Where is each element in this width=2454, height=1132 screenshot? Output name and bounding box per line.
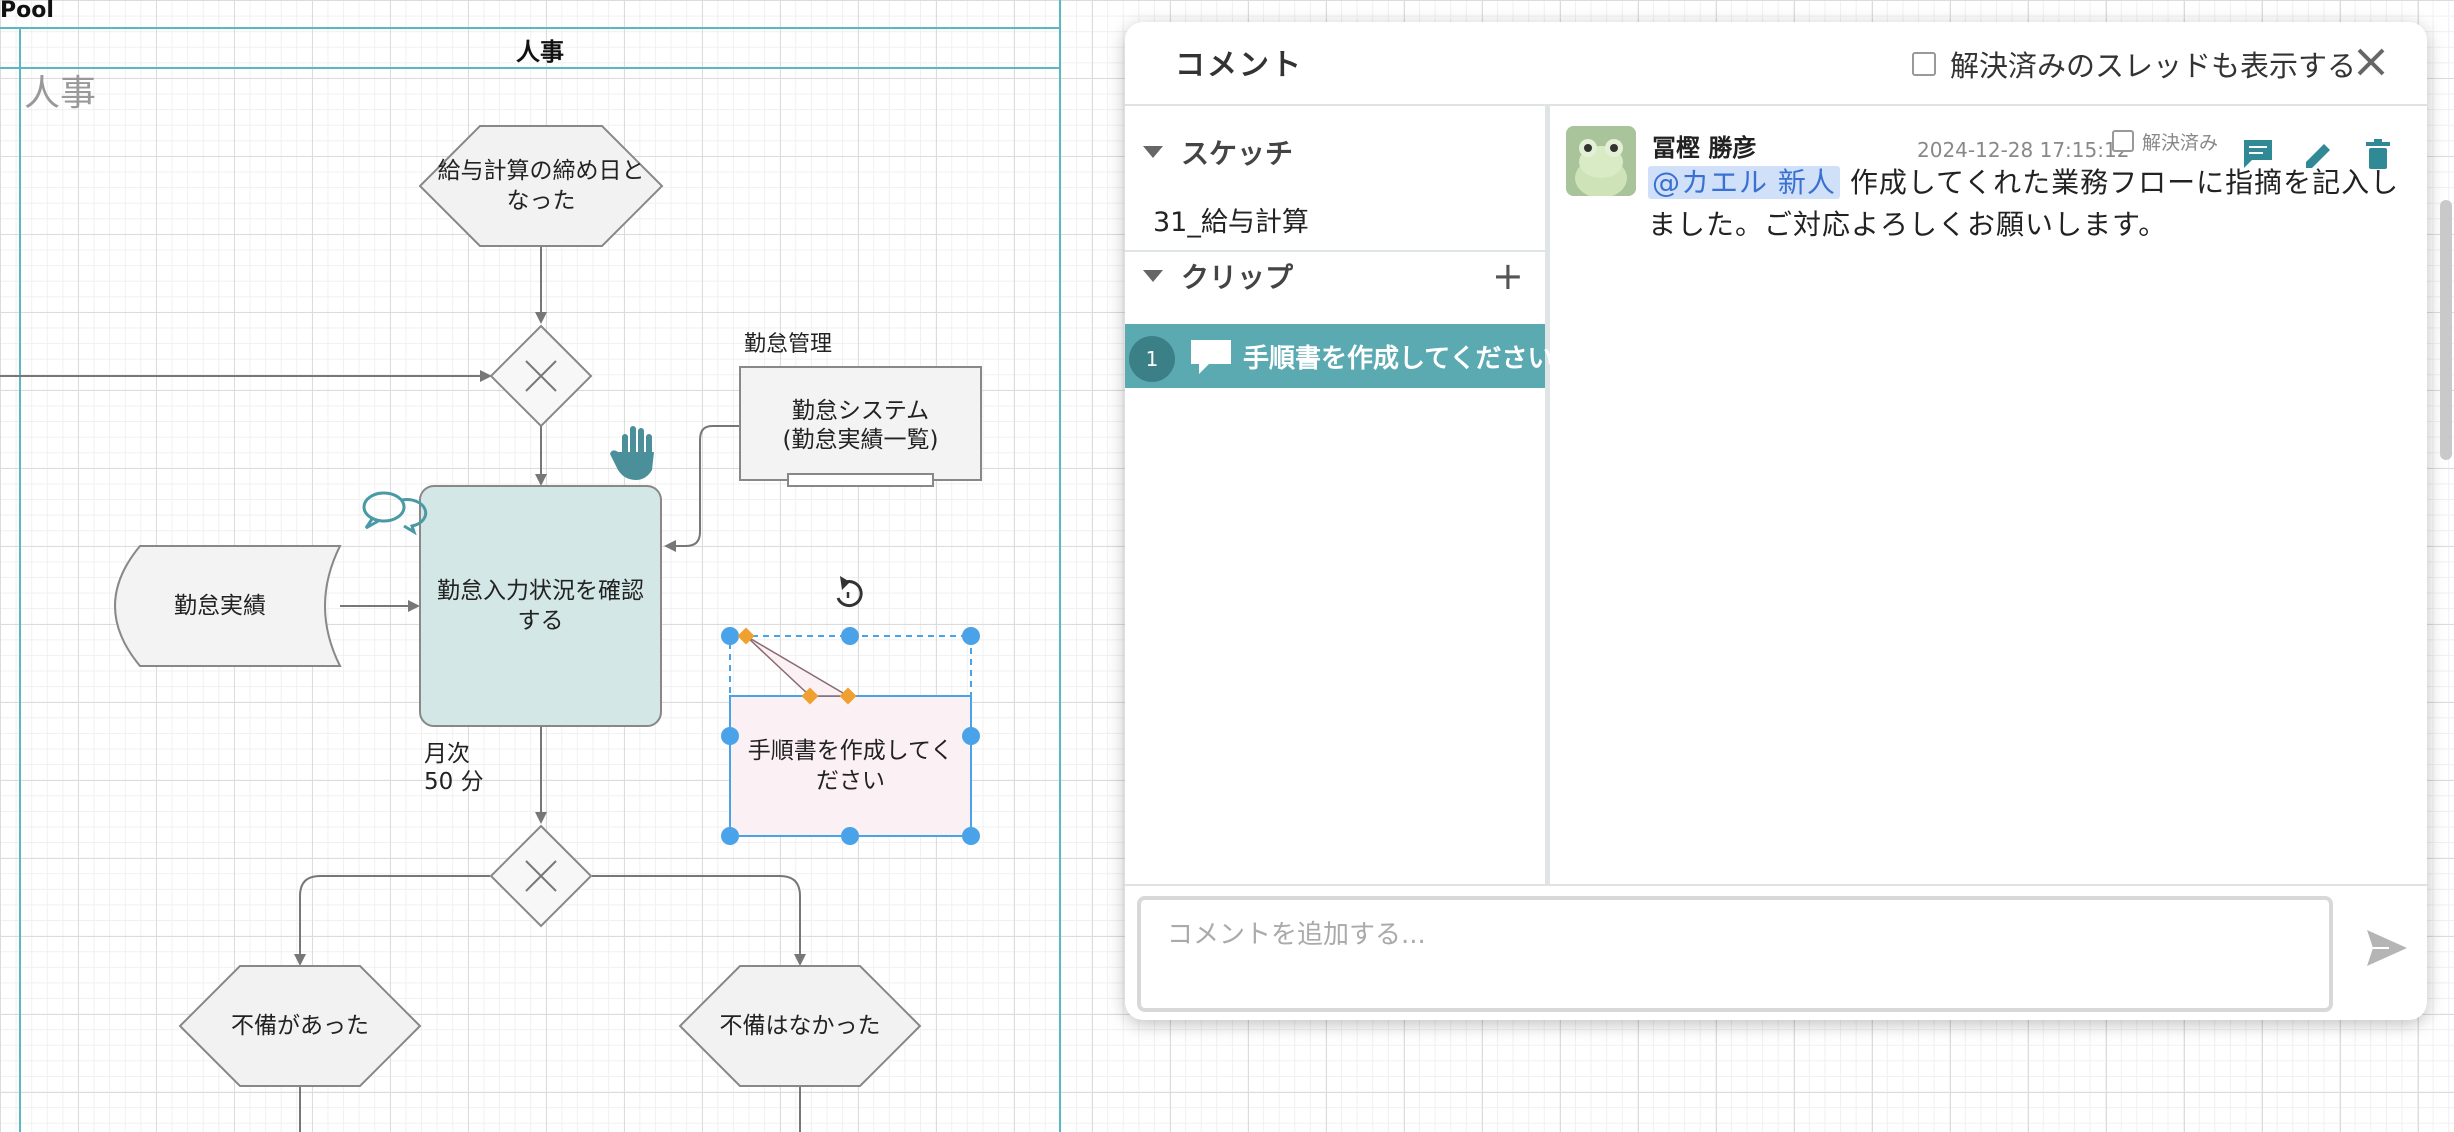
comment-input[interactable] [1137,896,2333,1012]
add-clip-button[interactable]: + [1492,256,1524,296]
lane-watermark: 人事 [24,73,97,114]
comment-panel-header: コメント 解決済みのスレッドも表示する [1125,22,2427,106]
event-not-deficient-label: 不備はなかった [719,1013,881,1039]
rotate-handle-icon[interactable] [836,576,863,608]
comment-nav: スケッチ 31_給与計算 クリップ + 1 手順書を作成してください [1125,106,1553,884]
annotation-attendance-mgmt: 勤怠管理 [744,332,833,357]
clip-label: 手順書を作成してください [1243,344,1554,374]
section-clip-label: クリップ [1181,261,1294,294]
vertical-scrollbar[interactable] [2432,0,2454,1132]
chevron-down-icon [1143,146,1163,158]
comment-timestamp: 2024-12-28 17:15:12 [1917,138,2130,162]
system-box-label-line2: (勤怠実績一覧) [782,427,939,453]
comment-panel: コメント 解決済みのスレッドも表示する スケッチ 31_給与計算 クリップ + … [1125,22,2427,1020]
close-icon[interactable] [2347,38,2395,86]
section-sketch-label: スケッチ [1181,137,1294,170]
gateway-exclusive-bottom[interactable] [489,824,593,928]
event-payroll-close-label: 給与計算の締め日となった [437,158,645,214]
task-check-attendance-label: 勤怠入力状況を確認する [437,578,644,634]
section-sketch[interactable]: スケッチ [1143,132,1293,172]
resolve-checkbox[interactable] [2112,130,2134,152]
resolve-label: 解決済み [2142,131,2219,154]
send-icon[interactable] [2363,924,2411,972]
sketch-name[interactable]: 31_給与計算 [1153,200,1309,239]
mention-chip[interactable]: @カエル 新人 [1648,166,1840,199]
event-deficient-label: 不備があった [231,1013,369,1039]
comment-thread: 冨樫 勝彦 2024-12-28 17:15:12 解決済み @カエル 新人 作… [1550,106,2427,884]
clip-number-badge: 1 [1129,336,1175,382]
lane-header: 人事 [516,38,564,66]
clip-list-item[interactable]: 1 手順書を作成してください [1125,324,1553,388]
show-resolved-toggle[interactable]: 解決済みのスレッドも表示する [1912,46,2357,83]
comment-marker-icon[interactable] [362,491,428,536]
system-box-label-line1: 勤怠システム [791,398,930,424]
section-clip[interactable]: クリップ [1143,256,1293,296]
speech-bubble-icon [1191,340,1231,374]
data-attendance-record-label: 勤怠実績 [174,593,266,619]
chevron-down-icon [1143,270,1163,282]
show-resolved-label: 解決済みのスレッドも表示する [1950,49,2357,83]
hand-cursor-icon [610,426,654,480]
pool-label: Pool [0,0,54,23]
show-resolved-checkbox[interactable] [1912,52,1936,76]
avatar [1566,126,1636,196]
resolve-toggle[interactable]: 解決済み [2112,126,2218,156]
note-label: 手順書を作成してください [747,738,954,794]
task-duration: 50 分 [424,769,484,795]
comment-composer [1125,884,2427,1020]
gateway-exclusive-top[interactable] [489,324,593,428]
comment-author: 冨樫 勝彦 [1652,134,1757,162]
comment-body: @カエル 新人 作成してくれた業務フローに指摘を記入しました。ご対応よろしくお願… [1648,162,2408,246]
comment-panel-title: コメント [1175,48,1303,83]
scrollbar-thumb[interactable] [2440,200,2452,460]
connectors [0,247,806,1132]
